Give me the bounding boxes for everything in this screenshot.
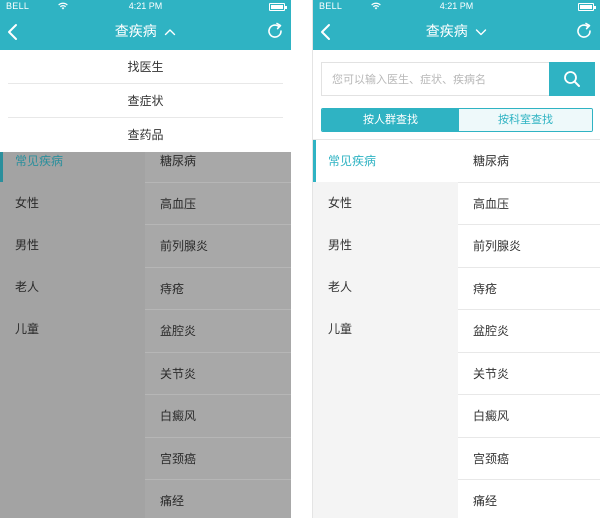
status-bar: BELL 4:21 PM — [0, 0, 291, 14]
chevron-up-icon — [165, 29, 176, 36]
disease-item[interactable]: 盆腔炎 — [145, 310, 291, 353]
search-icon — [564, 71, 580, 87]
status-time: 4:21 PM — [439, 1, 474, 11]
disease-item[interactable]: 高血压 — [458, 183, 600, 225]
nav-title: 查疾病 — [114, 24, 157, 40]
search-button[interactable] — [549, 62, 595, 96]
category-item-female[interactable]: 女性 — [313, 182, 458, 224]
refresh-icon[interactable] — [265, 21, 285, 41]
status-bar: BELL 4:21 PM — [313, 0, 600, 14]
search-mode-segment: 按人群查找 按科室查找 — [321, 108, 593, 132]
disease-item[interactable]: 宫颈癌 — [458, 438, 600, 480]
nav-bar: 查疾病 — [0, 14, 291, 50]
refresh-icon[interactable] — [574, 21, 594, 41]
disease-item[interactable]: 痛经 — [145, 480, 291, 518]
category-item-elderly[interactable]: 老人 — [0, 266, 145, 308]
nav-title: 查疾病 — [425, 24, 468, 40]
chevron-down-icon — [476, 29, 487, 36]
disease-item[interactable]: 痔疮 — [145, 268, 291, 310]
category-list: 常见疾病 女性 男性 老人 儿童 — [313, 140, 458, 518]
nav-title-toggle[interactable]: 查疾病 — [426, 22, 487, 42]
category-item-children[interactable]: 儿童 — [0, 308, 145, 350]
tab-by-department[interactable]: 按科室查找 — [459, 109, 592, 131]
nav-title-toggle[interactable]: 查疾病 — [115, 22, 176, 42]
category-item-children[interactable]: 儿童 — [313, 308, 458, 350]
disease-item[interactable]: 关节炎 — [145, 353, 291, 395]
search-bar — [313, 50, 600, 106]
disease-item[interactable]: 白癜风 — [145, 395, 291, 438]
disease-item[interactable]: 痛经 — [458, 480, 600, 518]
category-item-common[interactable]: 常见疾病 — [313, 140, 458, 182]
disease-item[interactable]: 宫颈癌 — [145, 438, 291, 480]
disease-list: 糖尿病 高血压 前列腺炎 痔疮 盆腔炎 关节炎 白癜风 宫颈癌 痛经 — [145, 140, 291, 518]
disease-item[interactable]: 盆腔炎 — [458, 310, 600, 353]
category-item-female[interactable]: 女性 — [0, 182, 145, 224]
screenshot-gap — [291, 0, 312, 518]
dropdown-item-check-drug[interactable]: 查药品 — [8, 118, 283, 152]
category-list: 常见疾病 女性 男性 老人 儿童 — [0, 140, 145, 518]
status-time: 4:21 PM — [128, 1, 163, 11]
disease-list: 糖尿病 高血压 前列腺炎 痔疮 盆腔炎 关节炎 白癜风 宫颈癌 痛经 — [458, 140, 600, 518]
disease-item[interactable]: 关节炎 — [458, 353, 600, 395]
phone-left-screen: BELL 4:21 PM 查疾病 找医生 查症状 查药品 常见疾病 女性 男性 … — [0, 0, 291, 518]
disease-item[interactable]: 糖尿病 — [458, 140, 600, 183]
search-input[interactable] — [321, 62, 549, 96]
nav-bar: 查疾病 — [313, 14, 600, 50]
chevron-left-icon[interactable] — [6, 22, 20, 42]
tab-by-population[interactable]: 按人群查找 — [322, 109, 459, 131]
disease-item[interactable]: 前列腺炎 — [145, 225, 291, 268]
disease-item[interactable]: 白癜风 — [458, 395, 600, 438]
category-item-male[interactable]: 男性 — [0, 224, 145, 266]
dropdown-item-find-doctor[interactable]: 找医生 — [8, 50, 283, 84]
dropdown-item-check-symptom[interactable]: 查症状 — [8, 84, 283, 118]
disease-item[interactable]: 痔疮 — [458, 268, 600, 310]
disease-item[interactable]: 前列腺炎 — [458, 225, 600, 268]
disease-item[interactable]: 高血压 — [145, 183, 291, 225]
battery-icon — [269, 3, 287, 11]
section-divider — [313, 132, 600, 140]
phone-right-screen: BELL 4:21 PM 查疾病 按人群查找 按科室查找 常见疾病 女性 男性 … — [312, 0, 600, 518]
battery-icon — [578, 3, 596, 11]
nav-dropdown-menu: 找医生 查症状 查药品 — [0, 50, 291, 152]
category-item-elderly[interactable]: 老人 — [313, 266, 458, 308]
chevron-left-icon[interactable] — [319, 22, 333, 42]
category-item-male[interactable]: 男性 — [313, 224, 458, 266]
